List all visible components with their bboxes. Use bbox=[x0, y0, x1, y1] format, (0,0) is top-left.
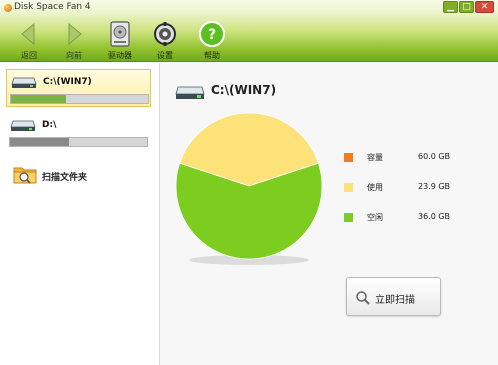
legend-item-used: 使用 23.9 GB bbox=[344, 181, 454, 195]
drives-label: 驱动器 bbox=[108, 51, 132, 60]
scan-folder-item[interactable]: 扫描文件夹 bbox=[10, 163, 150, 187]
legend-item-capacity: 容量 60.0 GB bbox=[344, 151, 454, 165]
hard-drive-icon bbox=[110, 21, 130, 47]
scan-folder-label: 扫描文件夹 bbox=[42, 173, 88, 183]
maximize-button[interactable]: □ bbox=[459, 1, 474, 13]
drive-usage-fill bbox=[10, 138, 69, 146]
help-icon: ? bbox=[199, 21, 225, 47]
back-label: 返回 bbox=[21, 51, 37, 60]
arrow-left-icon bbox=[21, 22, 35, 46]
drive-usage-bar bbox=[9, 137, 148, 147]
app-logo-icon bbox=[4, 4, 12, 12]
usage-pie-chart bbox=[173, 108, 325, 268]
drive-icon bbox=[11, 77, 37, 88]
drive-icon bbox=[175, 86, 205, 99]
settings-button[interactable]: 设置 bbox=[145, 20, 185, 60]
gear-icon bbox=[154, 22, 176, 46]
main-panel: C:\(WIN7) 容量 60.0 GB 使用 23.9 GB 空闲 36.0 … bbox=[161, 63, 498, 365]
minimize-button[interactable]: ▁ bbox=[443, 1, 458, 13]
arrow-right-icon bbox=[68, 22, 82, 46]
scan-now-button[interactable]: 立即扫描 bbox=[346, 277, 441, 316]
legend-name: 容量 bbox=[367, 153, 383, 162]
folder-search-icon bbox=[13, 167, 37, 184]
drive-label: D:\ bbox=[42, 120, 57, 130]
drive-sidebar: C:\(WIN7) D:\ 扫描文件夹 bbox=[0, 63, 160, 365]
drive-label: C:\(WIN7) bbox=[43, 77, 92, 87]
help-label: 帮助 bbox=[204, 51, 220, 60]
title-bar: Disk Space Fan 4 ▁ □ ✕ bbox=[0, 0, 498, 16]
pie-svg bbox=[175, 112, 323, 265]
svg-text:?: ? bbox=[208, 27, 216, 43]
legend-swatch bbox=[344, 153, 353, 162]
selected-drive-title: C:\(WIN7) bbox=[211, 83, 277, 97]
scan-now-label: 立即扫描 bbox=[375, 295, 415, 306]
forward-label: 向前 bbox=[66, 51, 82, 60]
legend-name: 使用 bbox=[367, 183, 383, 192]
settings-label: 设置 bbox=[157, 51, 173, 60]
toolbar-area: Disk Space Fan 4 ▁ □ ✕ 返回 向前 驱动器 设置 ? 帮助 bbox=[0, 0, 498, 62]
legend-value: 23.9 GB bbox=[418, 182, 451, 191]
help-button[interactable]: ? 帮助 bbox=[192, 20, 232, 60]
legend-swatch bbox=[344, 213, 353, 222]
forward-button[interactable]: 向前 bbox=[54, 20, 94, 60]
legend-item-free: 空闲 36.0 GB bbox=[344, 211, 454, 225]
close-button[interactable]: ✕ bbox=[475, 1, 494, 13]
drives-button[interactable]: 驱动器 bbox=[100, 20, 140, 60]
drive-usage-bar bbox=[10, 94, 149, 104]
window-controls: ▁ □ ✕ bbox=[443, 1, 494, 13]
window-title: Disk Space Fan 4 bbox=[14, 2, 91, 12]
legend-name: 空闲 bbox=[367, 213, 383, 222]
drive-item-d[interactable]: D:\ bbox=[6, 113, 151, 151]
search-icon bbox=[356, 291, 370, 305]
legend-value: 36.0 GB bbox=[418, 212, 451, 221]
legend-value: 60.0 GB bbox=[418, 152, 451, 161]
drive-usage-fill bbox=[11, 95, 66, 103]
back-button[interactable]: 返回 bbox=[9, 20, 49, 60]
drive-item-c[interactable]: C:\(WIN7) bbox=[6, 69, 151, 107]
drive-icon bbox=[10, 120, 36, 131]
legend-swatch bbox=[344, 183, 353, 192]
